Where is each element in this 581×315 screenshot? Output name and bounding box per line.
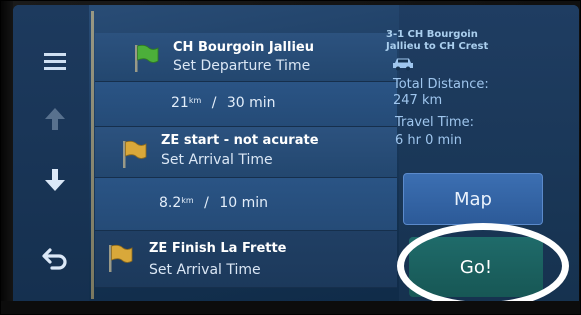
waypoint-action[interactable]: Set Arrival Time: [149, 262, 261, 278]
leg-distance-unit: km: [188, 96, 202, 105]
arrow-up-icon[interactable]: [35, 99, 75, 139]
map-button[interactable]: Map: [403, 173, 543, 225]
rail-divider: [91, 11, 94, 299]
leg-distance-value: 8.2: [159, 195, 182, 211]
total-distance-label: Total Distance:: [393, 77, 489, 92]
route-title-line2: Jallieu to CH Crest: [386, 41, 489, 52]
leg-time: 30 min: [226, 95, 276, 111]
waypoint-action[interactable]: Set Departure Time: [173, 58, 310, 74]
photo-frame: CH Bourgoin Jallieu Set Departure Time 2…: [0, 0, 581, 315]
total-distance-value: 247 km: [393, 93, 443, 108]
side-rail: [13, 5, 89, 301]
yellow-flag-icon: [109, 244, 133, 272]
menu-icon[interactable]: [35, 41, 75, 81]
leg-separator: /: [204, 195, 209, 211]
device-bezel-bottom: [1, 301, 580, 314]
waypoint-name: CH Bourgoin Jallieu: [173, 40, 314, 55]
route-title-line1: 3-1 CH Bourgoin: [386, 29, 478, 40]
green-flag-icon: [135, 44, 159, 72]
waypoint-name: ZE start - not acurate: [161, 133, 319, 148]
back-icon[interactable]: [35, 239, 75, 279]
waypoint-row-2[interactable]: ZE start - not acurate Set Arrival Time: [95, 127, 397, 178]
leg-distance-value: 21: [171, 95, 189, 111]
leg-distance: 21km / 30 min: [171, 95, 276, 111]
travel-time-label: Travel Time:: [395, 115, 474, 130]
waypoint-row-1[interactable]: CH Bourgoin Jallieu Set Departure Time: [95, 33, 397, 82]
device-bezel-left: [1, 1, 13, 314]
waypoint-row-3[interactable]: ZE Finish La Frette Set Arrival Time: [95, 231, 397, 288]
leg-row-1: 21km / 30 min: [95, 82, 397, 127]
leg-distance-unit: km: [181, 196, 194, 205]
leg-time: 10 min: [219, 195, 268, 211]
car-icon: [393, 58, 413, 71]
leg-separator: /: [211, 95, 217, 111]
waypoint-name: ZE Finish La Frette: [149, 241, 287, 256]
travel-time-value: 6 hr 0 min: [395, 133, 463, 148]
go-button[interactable]: Go!: [409, 237, 543, 297]
arrow-down-icon[interactable]: [35, 160, 75, 200]
leg-distance: 8.2km / 10 min: [159, 195, 268, 211]
yellow-flag-icon: [123, 140, 147, 168]
leg-row-2: 8.2km / 10 min: [95, 178, 397, 231]
waypoint-action[interactable]: Set Arrival Time: [161, 152, 273, 168]
